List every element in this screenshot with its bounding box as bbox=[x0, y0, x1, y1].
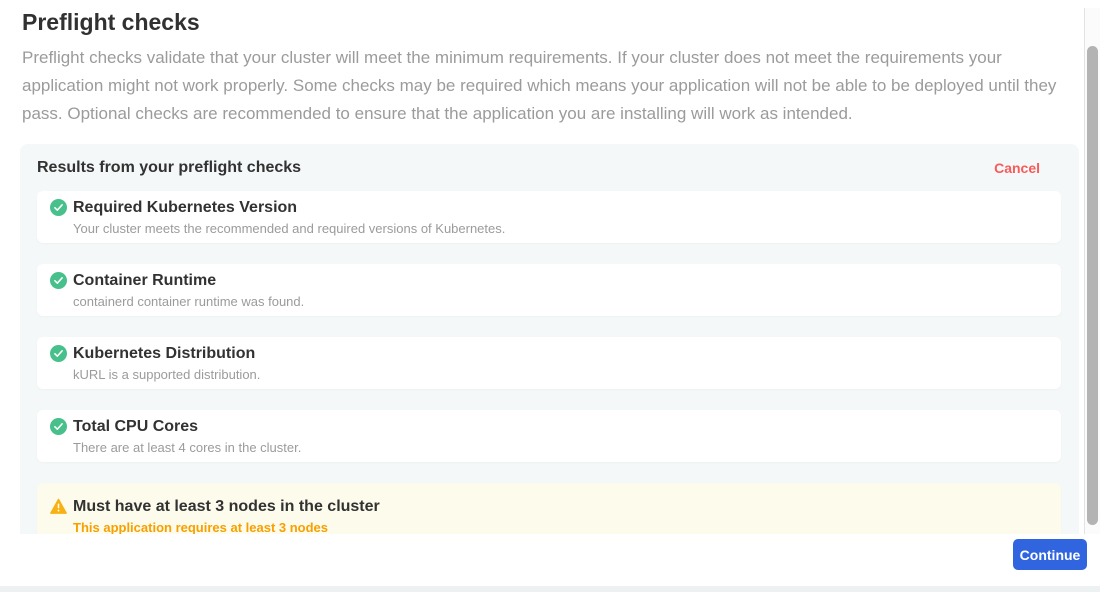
vertical-scrollbar[interactable] bbox=[1084, 8, 1100, 534]
scrollbar-thumb[interactable] bbox=[1087, 46, 1098, 525]
preflight-check-list: Required Kubernetes Version Your cluster… bbox=[37, 191, 1062, 567]
preflight-check-row: Container Runtime containerd container r… bbox=[37, 264, 1061, 316]
warning-triangle-icon bbox=[50, 498, 67, 515]
check-circle-icon bbox=[50, 345, 67, 362]
check-circle-icon bbox=[50, 199, 67, 216]
preflight-check-row: Required Kubernetes Version Your cluster… bbox=[37, 191, 1061, 243]
panel-header: Results from your preflight checks Cance… bbox=[37, 159, 1062, 177]
check-title: Total CPU Cores bbox=[73, 416, 1061, 437]
check-message: kURL is a supported distribution. bbox=[73, 367, 1061, 383]
check-title: Container Runtime bbox=[73, 270, 1061, 291]
preflight-check-row: Total CPU Cores There are at least 4 cor… bbox=[37, 410, 1061, 462]
cancel-link[interactable]: Cancel bbox=[994, 160, 1040, 176]
preflight-results-panel: Results from your preflight checks Cance… bbox=[20, 144, 1079, 564]
preflight-check-row: Kubernetes Distribution kURL is a suppor… bbox=[37, 337, 1061, 389]
bottom-strip bbox=[0, 586, 1100, 592]
continue-button[interactable]: Continue bbox=[1013, 539, 1087, 570]
check-message: Your cluster meets the recommended and r… bbox=[73, 221, 1061, 237]
page-footer: Continue bbox=[0, 534, 1100, 586]
check-circle-icon bbox=[50, 272, 67, 289]
check-message: containerd container runtime was found. bbox=[73, 294, 1061, 310]
page-title: Preflight checks bbox=[22, 8, 1100, 36]
check-title: Kubernetes Distribution bbox=[73, 343, 1061, 364]
results-heading: Results from your preflight checks bbox=[37, 159, 301, 177]
check-title: Must have at least 3 nodes in the cluste… bbox=[73, 496, 1061, 517]
page-description: Preflight checks validate that your clus… bbox=[22, 44, 1067, 128]
check-circle-icon bbox=[50, 418, 67, 435]
check-message: There are at least 4 cores in the cluste… bbox=[73, 440, 1061, 456]
check-title: Required Kubernetes Version bbox=[73, 197, 1061, 218]
